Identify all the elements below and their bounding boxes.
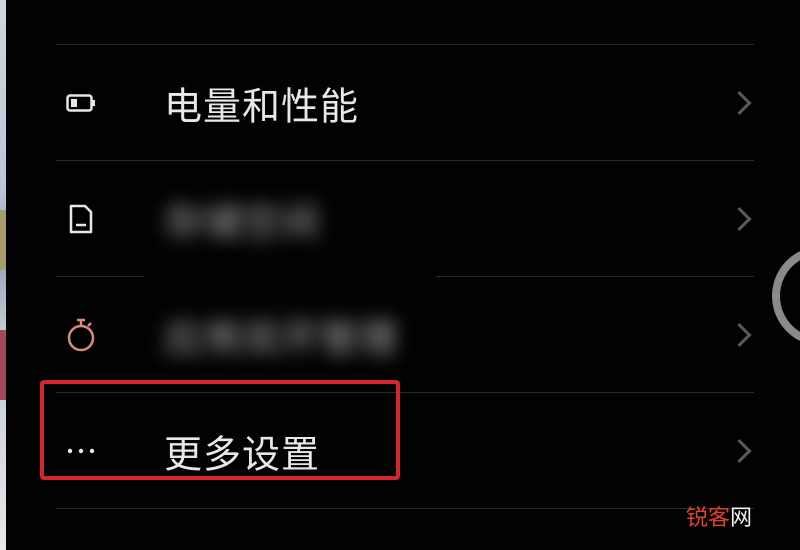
- chevron-right-icon: [727, 206, 752, 232]
- settings-screen: 电量和性能 存储空间 应用双开管理 更多设置 锐客网: [0, 0, 800, 550]
- timer-icon: [64, 318, 98, 352]
- chevron-right-icon: [727, 438, 752, 464]
- watermark-text: 网: [729, 506, 752, 531]
- settings-item-label: 电量和性能: [164, 84, 360, 129]
- list-divider: [56, 160, 754, 161]
- settings-item-storage[interactable]: 存储空间: [56, 162, 754, 276]
- chevron-right-icon: [727, 322, 752, 348]
- floating-ring-icon: [772, 246, 800, 346]
- watermark: 锐客网: [686, 500, 752, 532]
- settings-item-label: 应用双开管理: [164, 316, 399, 361]
- list-divider: [56, 44, 754, 45]
- settings-item-apps[interactable]: 应用双开管理: [56, 278, 754, 392]
- battery-icon: [64, 86, 98, 120]
- list-divider: [436, 276, 754, 277]
- storage-icon: [64, 202, 98, 236]
- list-divider: [56, 508, 754, 509]
- settings-item-battery[interactable]: 电量和性能: [56, 46, 754, 160]
- watermark-text: 锐客: [685, 506, 730, 531]
- edge-band: [0, 210, 6, 270]
- highlight-box: [40, 380, 400, 480]
- adjacent-screen-edge: [0, 0, 6, 550]
- edge-band: [0, 330, 6, 400]
- chevron-right-icon: [727, 90, 752, 116]
- settings-item-label: 存储空间: [164, 200, 321, 245]
- list-divider: [56, 276, 144, 277]
